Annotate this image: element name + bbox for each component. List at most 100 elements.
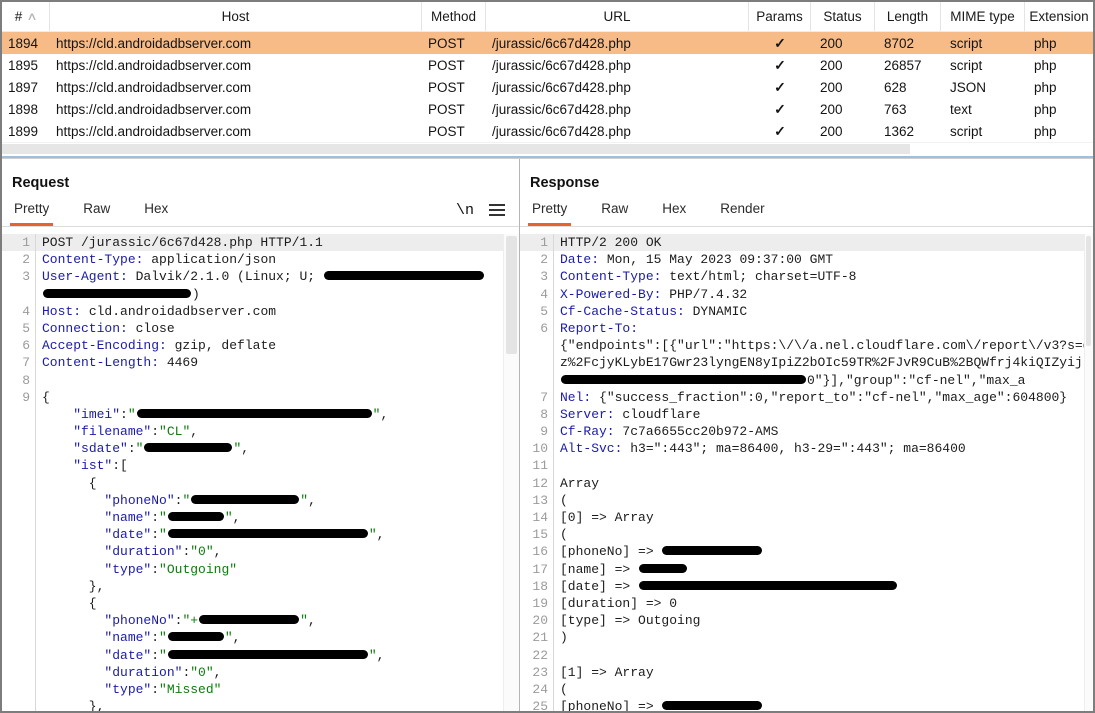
line-number: 7	[520, 389, 554, 406]
line-number: 4	[2, 303, 36, 320]
line-text: Cf-Ray: 7c7a6655cc20b972-AMS	[554, 423, 1085, 440]
syntax-plain: 7c7a6655cc20b972-AMS	[615, 424, 779, 439]
code-line: "date":"",	[2, 647, 503, 664]
syntax-name: Alt-Svc:	[560, 441, 622, 456]
table-row[interactable]: 1894https://cld.androidadbserver.comPOST…	[2, 32, 1093, 54]
syntax-name: Date:	[560, 252, 599, 267]
response-tabs: Pretty Raw Hex Render	[530, 198, 1093, 226]
table-horizontal-scrollbar[interactable]	[2, 142, 1093, 155]
redaction-bar	[168, 650, 368, 659]
code-line: 17[name] =>	[520, 561, 1085, 578]
column-header-params[interactable]: Params	[749, 2, 811, 31]
syntax-string: "0"	[190, 665, 213, 680]
syntax-plain: :	[151, 630, 159, 645]
syntax-name: "ist"	[73, 458, 112, 473]
syntax-plain: text/html; charset=UTF-8	[661, 269, 856, 284]
tab-hex[interactable]: Hex	[660, 198, 688, 226]
line-number	[2, 595, 36, 612]
horizontal-scrollbar-thumb[interactable]	[2, 144, 910, 154]
cell-url: /jurassic/6c67d428.php	[486, 102, 749, 117]
request-panel-title: Request	[12, 175, 519, 192]
cell-ext: php	[1025, 80, 1093, 95]
code-line: 1POST /jurassic/6c67d428.php HTTP/1.1	[2, 234, 503, 251]
table-row[interactable]: 1899https://cld.androidadbserver.comPOST…	[2, 120, 1093, 142]
syntax-plain	[42, 613, 104, 628]
column-header-url[interactable]: URL	[486, 2, 749, 31]
line-number	[2, 423, 36, 440]
table-header-row: #∧HostMethodURLParamsStatusLengthMIME ty…	[2, 2, 1093, 32]
syntax-plain: :	[151, 648, 159, 663]
line-number	[2, 509, 36, 526]
tab-pretty[interactable]: Pretty	[530, 198, 569, 226]
editor-menu-icon[interactable]	[489, 201, 505, 219]
cell-mime: script	[941, 36, 1025, 51]
line-number	[2, 440, 36, 457]
syntax-plain: :	[151, 510, 159, 525]
cell-length: 628	[875, 80, 941, 95]
sort-ascending-icon: ∧	[27, 10, 38, 23]
line-number: 23	[520, 664, 554, 681]
tab-pretty[interactable]: Pretty	[12, 198, 51, 226]
request-editor[interactable]: 1POST /jurassic/6c67d428.php HTTP/1.12Co…	[2, 234, 503, 713]
code-line: 15(	[520, 526, 1085, 543]
line-text: "phoneNo":"",	[36, 492, 503, 509]
line-number	[2, 475, 36, 492]
column-header-mime-type[interactable]: MIME type	[941, 2, 1025, 31]
syntax-name: "phoneNo"	[104, 613, 174, 628]
syntax-string: "CL"	[159, 424, 190, 439]
column-header-extension[interactable]: Extension	[1025, 2, 1093, 31]
redaction-bar	[168, 529, 368, 538]
cell-params: ✓	[749, 101, 811, 118]
tab-render[interactable]: Render	[718, 198, 766, 226]
syntax-name: Accept-Encoding:	[42, 338, 167, 353]
request-tabbar: Pretty Raw Hex \n	[2, 198, 519, 227]
syntax-plain: },	[42, 579, 104, 594]
line-number: 14	[520, 509, 554, 526]
tab-raw[interactable]: Raw	[599, 198, 630, 226]
response-editor[interactable]: 1HTTP/2 200 OK2Date: Mon, 15 May 2023 09…	[520, 234, 1085, 713]
table-row[interactable]: 1898https://cld.androidadbserver.comPOST…	[2, 98, 1093, 120]
column-header-host[interactable]: Host	[50, 2, 422, 31]
tab-hex[interactable]: Hex	[142, 198, 170, 226]
syntax-plain: ,	[233, 630, 241, 645]
code-line: 16[phoneNo] =>	[520, 543, 1085, 560]
syntax-plain	[42, 441, 73, 456]
tab-raw[interactable]: Raw	[81, 198, 112, 226]
column-header-status[interactable]: Status	[811, 2, 875, 31]
redaction-bar	[191, 495, 299, 504]
request-vertical-scrollbar[interactable]	[503, 234, 519, 713]
syntax-name: Cf-Cache-Status:	[560, 304, 685, 319]
line-number: 22	[520, 647, 554, 664]
code-line: },	[2, 698, 503, 713]
line-number: 21	[520, 629, 554, 646]
request-scrollbar-thumb[interactable]	[506, 236, 517, 354]
line-number: 2	[520, 251, 554, 268]
redaction-bar	[639, 581, 897, 590]
syntax-plain: HTTP/2 200 OK	[560, 235, 661, 250]
code-line: 7Content-Length: 4469	[2, 354, 503, 371]
line-text: {"endpoints":[{"url":"https:\/\/a.nel.cl…	[554, 337, 1085, 354]
show-newlines-toggle[interactable]: \n	[456, 202, 474, 219]
response-vertical-scrollbar[interactable]	[1084, 234, 1093, 713]
column-header-method[interactable]: Method	[422, 2, 486, 31]
soft-wrap-toggle-icon[interactable]	[415, 198, 441, 222]
response-scrollbar-thumb[interactable]	[1086, 236, 1091, 346]
code-line: 11	[520, 457, 1085, 474]
syntax-name: "name"	[104, 630, 151, 645]
response-panel-title: Response	[530, 175, 1093, 192]
column-header-length[interactable]: Length	[875, 2, 941, 31]
line-number: 24	[520, 681, 554, 698]
syntax-name: Content-Type:	[42, 252, 143, 267]
line-number	[2, 526, 36, 543]
table-row[interactable]: 1895https://cld.androidadbserver.comPOST…	[2, 54, 1093, 76]
syntax-plain	[42, 665, 104, 680]
table-row[interactable]: 1897https://cld.androidadbserver.comPOST…	[2, 76, 1093, 98]
syntax-plain: cld.androidadbserver.com	[81, 304, 276, 319]
syntax-plain: :	[151, 424, 159, 439]
column-header--[interactable]: #∧	[2, 2, 50, 31]
syntax-name: "name"	[104, 510, 151, 525]
line-text: [phoneNo] =>	[554, 543, 1085, 560]
column-header-label: Extension	[1029, 9, 1088, 24]
syntax-plain: close	[128, 321, 175, 336]
syntax-name: "phoneNo"	[104, 493, 174, 508]
